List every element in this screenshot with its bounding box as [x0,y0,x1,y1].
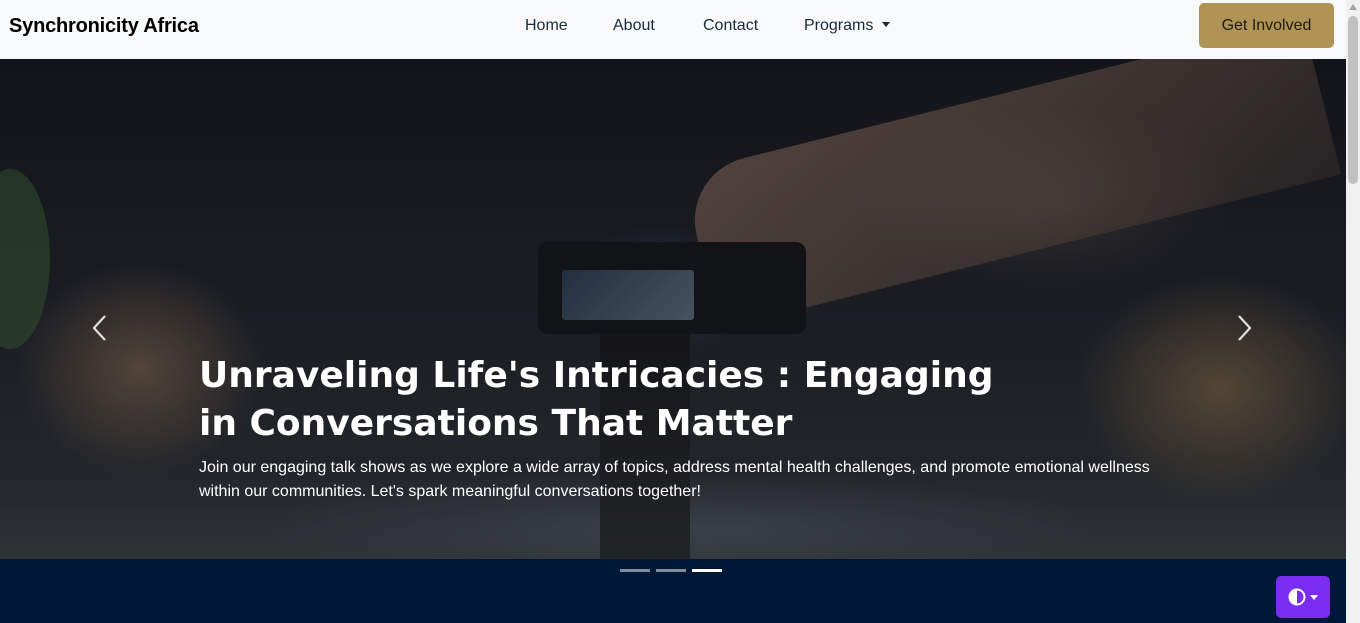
caret-down-icon [1310,594,1318,600]
chevron-right-icon [1238,315,1252,341]
get-involved-button[interactable]: Get Involved [1199,3,1334,48]
nav-dropdown-programs[interactable]: Programs [804,17,891,35]
hero-carousel: Unraveling Life's Intricacies : Engaging… [0,59,1346,559]
contrast-icon [1288,588,1306,606]
brand-logo[interactable]: Synchronicity Africa [9,15,199,38]
nav-link-home[interactable]: Home [525,17,568,35]
hero-description: Join our engaging talk shows as we explo… [199,459,1150,500]
hero-title: Unraveling Life's Intricacies : Engaging… [199,355,994,444]
navbar: Synchronicity Africa Home About Contact … [0,0,1346,59]
caret-down-icon [882,22,891,27]
nav-link-contact[interactable]: Contact [703,17,758,35]
carousel-next-button[interactable] [1230,313,1260,343]
carousel-prev-button[interactable] [84,313,114,343]
carousel-indicator-3[interactable] [692,569,722,572]
chevron-left-icon [92,315,106,341]
carousel-indicator-1[interactable] [620,569,650,572]
triangle-up-icon [1349,4,1357,10]
scrollbar-thumb[interactable] [1348,16,1358,184]
carousel-indicator-2[interactable] [656,569,686,572]
page-scrollbar[interactable] [1346,0,1360,623]
nav-link-about[interactable]: About [613,17,655,35]
programs-label: Programs [804,17,874,34]
theme-toggle-button[interactable] [1276,576,1330,618]
scroll-up-arrow[interactable] [1346,0,1360,14]
carousel-indicators [620,569,722,572]
